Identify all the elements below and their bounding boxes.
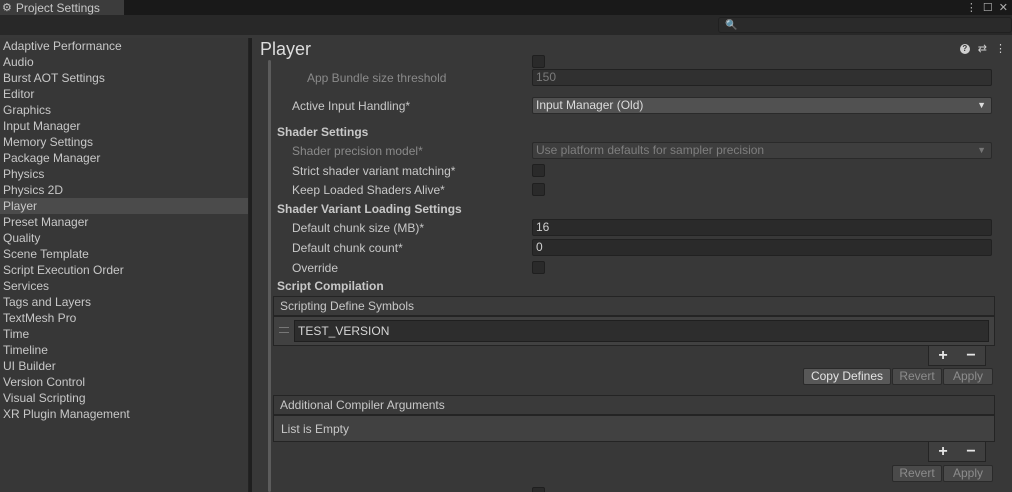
close-icon[interactable]: ✕ — [999, 1, 1008, 14]
compiler-args-apply-button[interactable]: Apply — [943, 465, 993, 482]
sidebar-item-graphics[interactable]: Graphics — [0, 102, 248, 118]
sidebar-item-visual-scripting[interactable]: Visual Scripting — [0, 390, 248, 406]
more-options-icon[interactable]: ⋮ — [966, 1, 977, 14]
chunk-count-field[interactable]: 0 — [532, 239, 992, 256]
sidebar-item-time[interactable]: Time — [0, 326, 248, 342]
scripting-defines-header: Scripting Define Symbols — [273, 296, 995, 316]
add-define-button[interactable]: + — [938, 347, 947, 365]
sidebar-item-package-manager[interactable]: Package Manager — [0, 150, 248, 166]
list-empty-text: List is Empty — [281, 422, 350, 436]
active-input-value: Input Manager (Old) — [536, 98, 644, 112]
title-bar: ⚙ Project Settings ⋮ ☐ ✕ — [0, 0, 1012, 15]
chunk-count-label: Default chunk count* — [292, 241, 403, 255]
app-bundle-toggle[interactable] — [532, 55, 545, 68]
script-compilation-heading: Script Compilation — [277, 279, 384, 293]
shader-precision-value: Use platform defaults for sampler precis… — [536, 143, 765, 157]
compiler-args-add-remove: + − — [928, 442, 986, 462]
remove-argument-button[interactable]: − — [966, 443, 975, 461]
sidebar-item-input-manager[interactable]: Input Manager — [0, 118, 248, 134]
shader-precision-dropdown[interactable]: Use platform defaults for sampler precis… — [532, 142, 992, 159]
chunk-size-label: Default chunk size (MB)* — [292, 221, 425, 235]
compiler-args-header: Additional Compiler Arguments — [273, 395, 995, 415]
compiler-args-revert-button[interactable]: Revert — [892, 465, 942, 482]
sidebar-item-timeline[interactable]: Timeline — [0, 342, 248, 358]
sidebar-item-version-control[interactable]: Version Control — [0, 374, 248, 390]
list-item[interactable]: TEST_VERSION — [294, 320, 989, 342]
override-label: Override — [292, 261, 339, 275]
sidebar-item-preset-manager[interactable]: Preset Manager — [0, 214, 248, 230]
maximize-icon[interactable]: ☐ — [983, 1, 993, 14]
defines-revert-button[interactable]: Revert — [892, 368, 942, 385]
bottom-row-checkbox[interactable] — [532, 487, 545, 492]
sidebar-item-physics[interactable]: Physics — [0, 166, 248, 182]
sidebar-item-xr-plugin-management[interactable]: XR Plugin Management — [0, 406, 248, 422]
sidebar-item-ui-builder[interactable]: UI Builder — [0, 358, 248, 374]
app-bundle-threshold-field[interactable]: 150 — [532, 69, 992, 86]
vertical-scrollbar[interactable] — [268, 60, 271, 492]
sidebar-item-services[interactable]: Services — [0, 278, 248, 294]
preset-icon[interactable]: ⇄ — [978, 42, 987, 55]
sidebar-item-scene-template[interactable]: Scene Template — [0, 246, 248, 262]
defines-apply-button[interactable]: Apply — [943, 368, 993, 385]
copy-defines-button[interactable]: Copy Defines — [803, 368, 891, 385]
player-settings-panel: Player ? ⇄ ⋮ App Bundle size threshold 1… — [252, 38, 1012, 492]
sidebar-item-burst-aot-settings[interactable]: Burst AOT Settings — [0, 70, 248, 86]
tab-title: Project Settings — [15, 0, 100, 15]
remove-define-button[interactable]: − — [966, 347, 975, 365]
strict-variant-label: Strict shader variant matching* — [292, 164, 456, 178]
strict-variant-checkbox[interactable] — [532, 164, 545, 177]
project-settings-tab[interactable]: ⚙ Project Settings — [0, 0, 124, 15]
keep-shaders-checkbox[interactable] — [532, 183, 545, 196]
sidebar-item-editor[interactable]: Editor — [0, 86, 248, 102]
window-controls: ⋮ ☐ ✕ — [966, 0, 1008, 15]
active-input-label: Active Input Handling* — [292, 99, 411, 113]
page-title: Player — [260, 39, 312, 59]
sidebar-item-script-execution-order[interactable]: Script Execution Order — [0, 262, 248, 278]
sidebar-item-memory-settings[interactable]: Memory Settings — [0, 134, 248, 150]
sidebar-item-audio[interactable]: Audio — [0, 54, 248, 70]
keep-shaders-label: Keep Loaded Shaders Alive* — [292, 183, 445, 197]
sidebar-item-textmesh-pro[interactable]: TextMesh Pro — [0, 310, 248, 326]
drag-handle-icon[interactable] — [279, 327, 289, 333]
gear-icon: ⚙ — [2, 1, 12, 14]
sidebar-item-physics-2d[interactable]: Physics 2D — [0, 182, 248, 198]
shader-settings-heading: Shader Settings — [277, 125, 369, 139]
app-bundle-threshold-label: App Bundle size threshold — [307, 71, 447, 85]
search-icon: 🔍 — [725, 20, 738, 31]
sidebar-item-player[interactable]: Player — [0, 198, 248, 214]
search-input[interactable]: 🔍 — [718, 17, 1012, 33]
sidebar-item-tags-and-layers[interactable]: Tags and Layers — [0, 294, 248, 310]
variant-loading-heading: Shader Variant Loading Settings — [277, 202, 462, 216]
override-checkbox[interactable] — [532, 261, 545, 274]
defines-add-remove: + − — [928, 346, 986, 366]
chevron-down-icon: ▼ — [977, 145, 986, 155]
compiler-args-list: List is Empty — [273, 415, 995, 442]
chevron-down-icon: ▼ — [977, 100, 986, 110]
shader-precision-label: Shader precision model* — [292, 144, 423, 158]
help-icon[interactable]: ? — [959, 43, 970, 54]
sidebar-item-adaptive-performance[interactable]: Adaptive Performance — [0, 38, 248, 54]
add-argument-button[interactable]: + — [938, 443, 947, 461]
settings-sidebar: Adaptive Performance Audio Burst AOT Set… — [0, 38, 249, 492]
header-icons: ? ⇄ ⋮ — [959, 42, 1006, 55]
more-options-icon[interactable]: ⋮ — [995, 42, 1006, 55]
chunk-size-field[interactable]: 16 — [532, 219, 992, 236]
active-input-dropdown[interactable]: Input Manager (Old) ▼ — [532, 97, 992, 114]
sidebar-item-quality[interactable]: Quality — [0, 230, 248, 246]
